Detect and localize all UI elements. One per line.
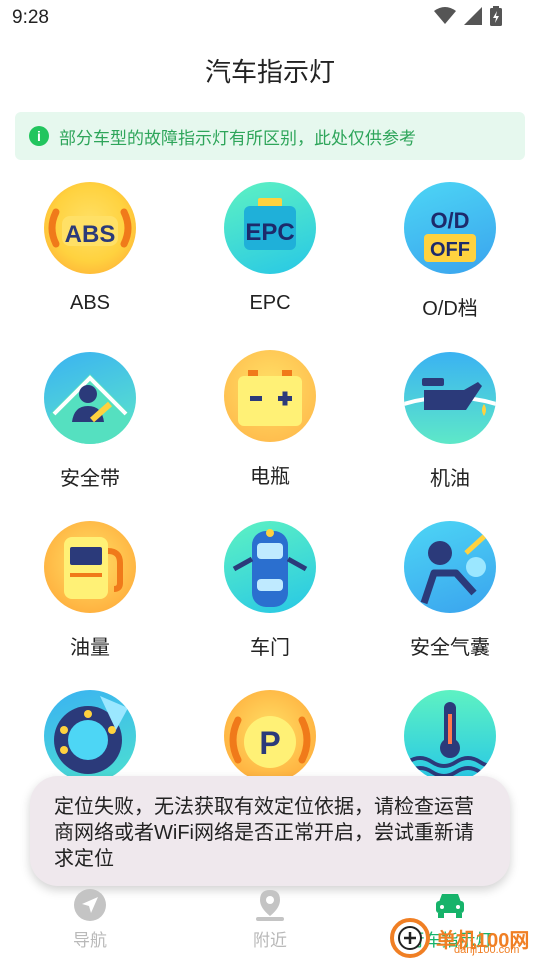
indicator-label: 安全气囊 (410, 637, 490, 659)
notice-banner: i 部分车型的故障指示灯有所区别，此处仅供参考 (15, 112, 525, 160)
battery-icon (224, 350, 316, 442)
svg-text:EPC: EPC (245, 219, 294, 246)
status-time: 9:28 (12, 7, 49, 28)
tab-navigation[interactable]: 导航 (0, 888, 180, 951)
indicator-epc[interactable]: EPC EPC (180, 182, 360, 315)
epc-icon: EPC (224, 182, 316, 274)
od-icon: O/D OFF (404, 182, 496, 274)
wifi-icon (434, 7, 456, 24)
svg-text:O/D: O/D (430, 208, 469, 233)
indicator-od[interactable]: O/D OFF O/D档 (360, 182, 540, 321)
parking-icon: P (224, 690, 316, 782)
svg-text:P: P (259, 725, 280, 761)
page-title: 汽车指示灯 (204, 57, 335, 87)
indicator-seatbelt[interactable]: 安全带 (0, 352, 180, 491)
indicator-label: 油量 (70, 637, 110, 659)
battery-status-icon (490, 6, 502, 26)
indicator-label: EPC (249, 292, 291, 314)
airbag-icon (404, 521, 496, 613)
status-bar: 9:28 (0, 0, 540, 36)
indicator-fuel[interactable]: 油量 (0, 521, 180, 660)
door-icon (224, 521, 316, 613)
fuel-icon (44, 521, 136, 613)
svg-text:ABS: ABS (65, 221, 116, 248)
watermark-logo (390, 918, 430, 958)
status-icons (434, 6, 502, 26)
indicator-door[interactable]: 车门 (180, 521, 360, 660)
indicator-label: 车门 (250, 637, 290, 659)
tab-label: 导航 (73, 931, 107, 950)
indicator-label: ABS (69, 292, 111, 314)
coolant-icon (404, 690, 496, 782)
seatbelt-icon (44, 352, 136, 444)
indicator-oil[interactable]: 机油 (360, 352, 540, 491)
tire-icon (44, 690, 136, 782)
indicator-label: 电瓶 (250, 466, 290, 488)
watermark-sub: danji100.com (454, 944, 520, 956)
abs-icon: ABS (44, 182, 136, 274)
indicator-label: O/D档 (422, 298, 478, 320)
signal-icon (464, 7, 482, 25)
indicator-abs[interactable]: ABS ABS (0, 182, 180, 315)
indicator-airbag[interactable]: 安全气囊 (360, 521, 540, 660)
location-error-toast: 定位失败，无法获取有效定位依据，请检查运营商网络或者WiFi网络是否正常开启，尝… (30, 776, 510, 886)
tab-nearby[interactable]: 附近 (180, 888, 360, 951)
oil-icon (404, 352, 496, 444)
svg-text:OFF: OFF (430, 239, 470, 261)
indicator-label: 机油 (430, 468, 470, 490)
toast-text: 定位失败，无法获取有效定位依据，请检查运营商网络或者WiFi网络是否正常开启，尝… (54, 796, 474, 870)
notice-text: 部分车型的故障指示灯有所区别，此处仅供参考 (59, 128, 416, 148)
indicator-label: 安全带 (60, 468, 120, 490)
watermark: 单机100网 danji100.com (390, 916, 540, 960)
tab-label: 附近 (253, 931, 287, 950)
indicator-battery[interactable]: 电瓶 (180, 350, 360, 489)
nearby-icon (256, 890, 284, 921)
navigation-icon (74, 889, 106, 921)
info-icon: i (29, 126, 49, 146)
